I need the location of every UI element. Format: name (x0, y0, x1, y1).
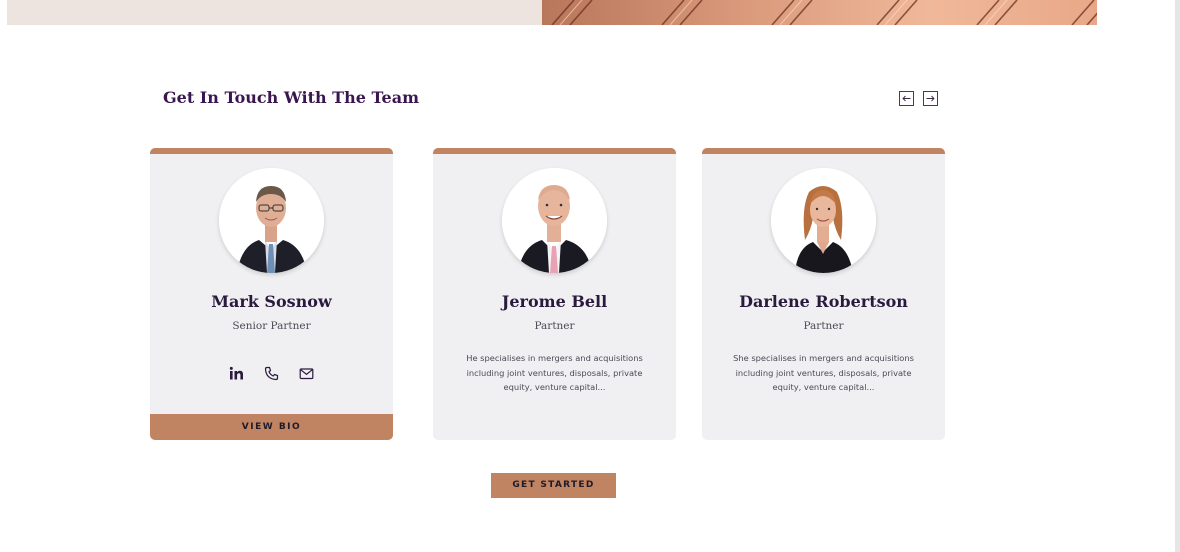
member-name: Jerome Bell (501, 292, 608, 311)
mail-icon[interactable] (299, 366, 314, 381)
member-role: Senior Partner (232, 320, 311, 332)
team-card-mark-sosnow: Mark Sosnow Senior Partner VIEW BIO (150, 148, 393, 440)
contact-icons (150, 366, 393, 381)
card-accent-bar (702, 148, 945, 154)
section-title: Get In Touch With The Team (163, 88, 420, 107)
member-role: Partner (534, 320, 575, 332)
arrow-left-icon (902, 95, 911, 102)
carousel-prev-button[interactable] (899, 91, 914, 106)
avatar (219, 168, 324, 273)
team-card-darlene-robertson: Darlene Robertson Partner She specialise… (702, 148, 945, 440)
member-role: Partner (803, 320, 844, 332)
card-accent-bar (433, 148, 676, 154)
member-name: Darlene Robertson (739, 292, 908, 311)
team-card-jerome-bell: Jerome Bell Partner He specialises in me… (433, 148, 676, 440)
hero-image-left-panel (7, 0, 542, 25)
member-description: She specialises in mergers and acquisiti… (733, 353, 914, 392)
member-name: Mark Sosnow (211, 292, 332, 311)
phone-icon[interactable] (264, 366, 279, 381)
arrow-right-icon (926, 95, 935, 102)
member-description: He specialises in mergers and acquisitio… (466, 353, 643, 392)
view-bio-button[interactable]: VIEW BIO (150, 414, 393, 440)
linkedin-icon[interactable] (229, 366, 244, 381)
hero-image-copper (542, 0, 1097, 25)
avatar (771, 168, 876, 273)
avatar (502, 168, 607, 273)
page-scrollbar[interactable] (1175, 0, 1180, 552)
carousel-next-button[interactable] (923, 91, 938, 106)
card-accent-bar (150, 148, 393, 154)
get-started-button[interactable]: GET STARTED (491, 473, 616, 498)
